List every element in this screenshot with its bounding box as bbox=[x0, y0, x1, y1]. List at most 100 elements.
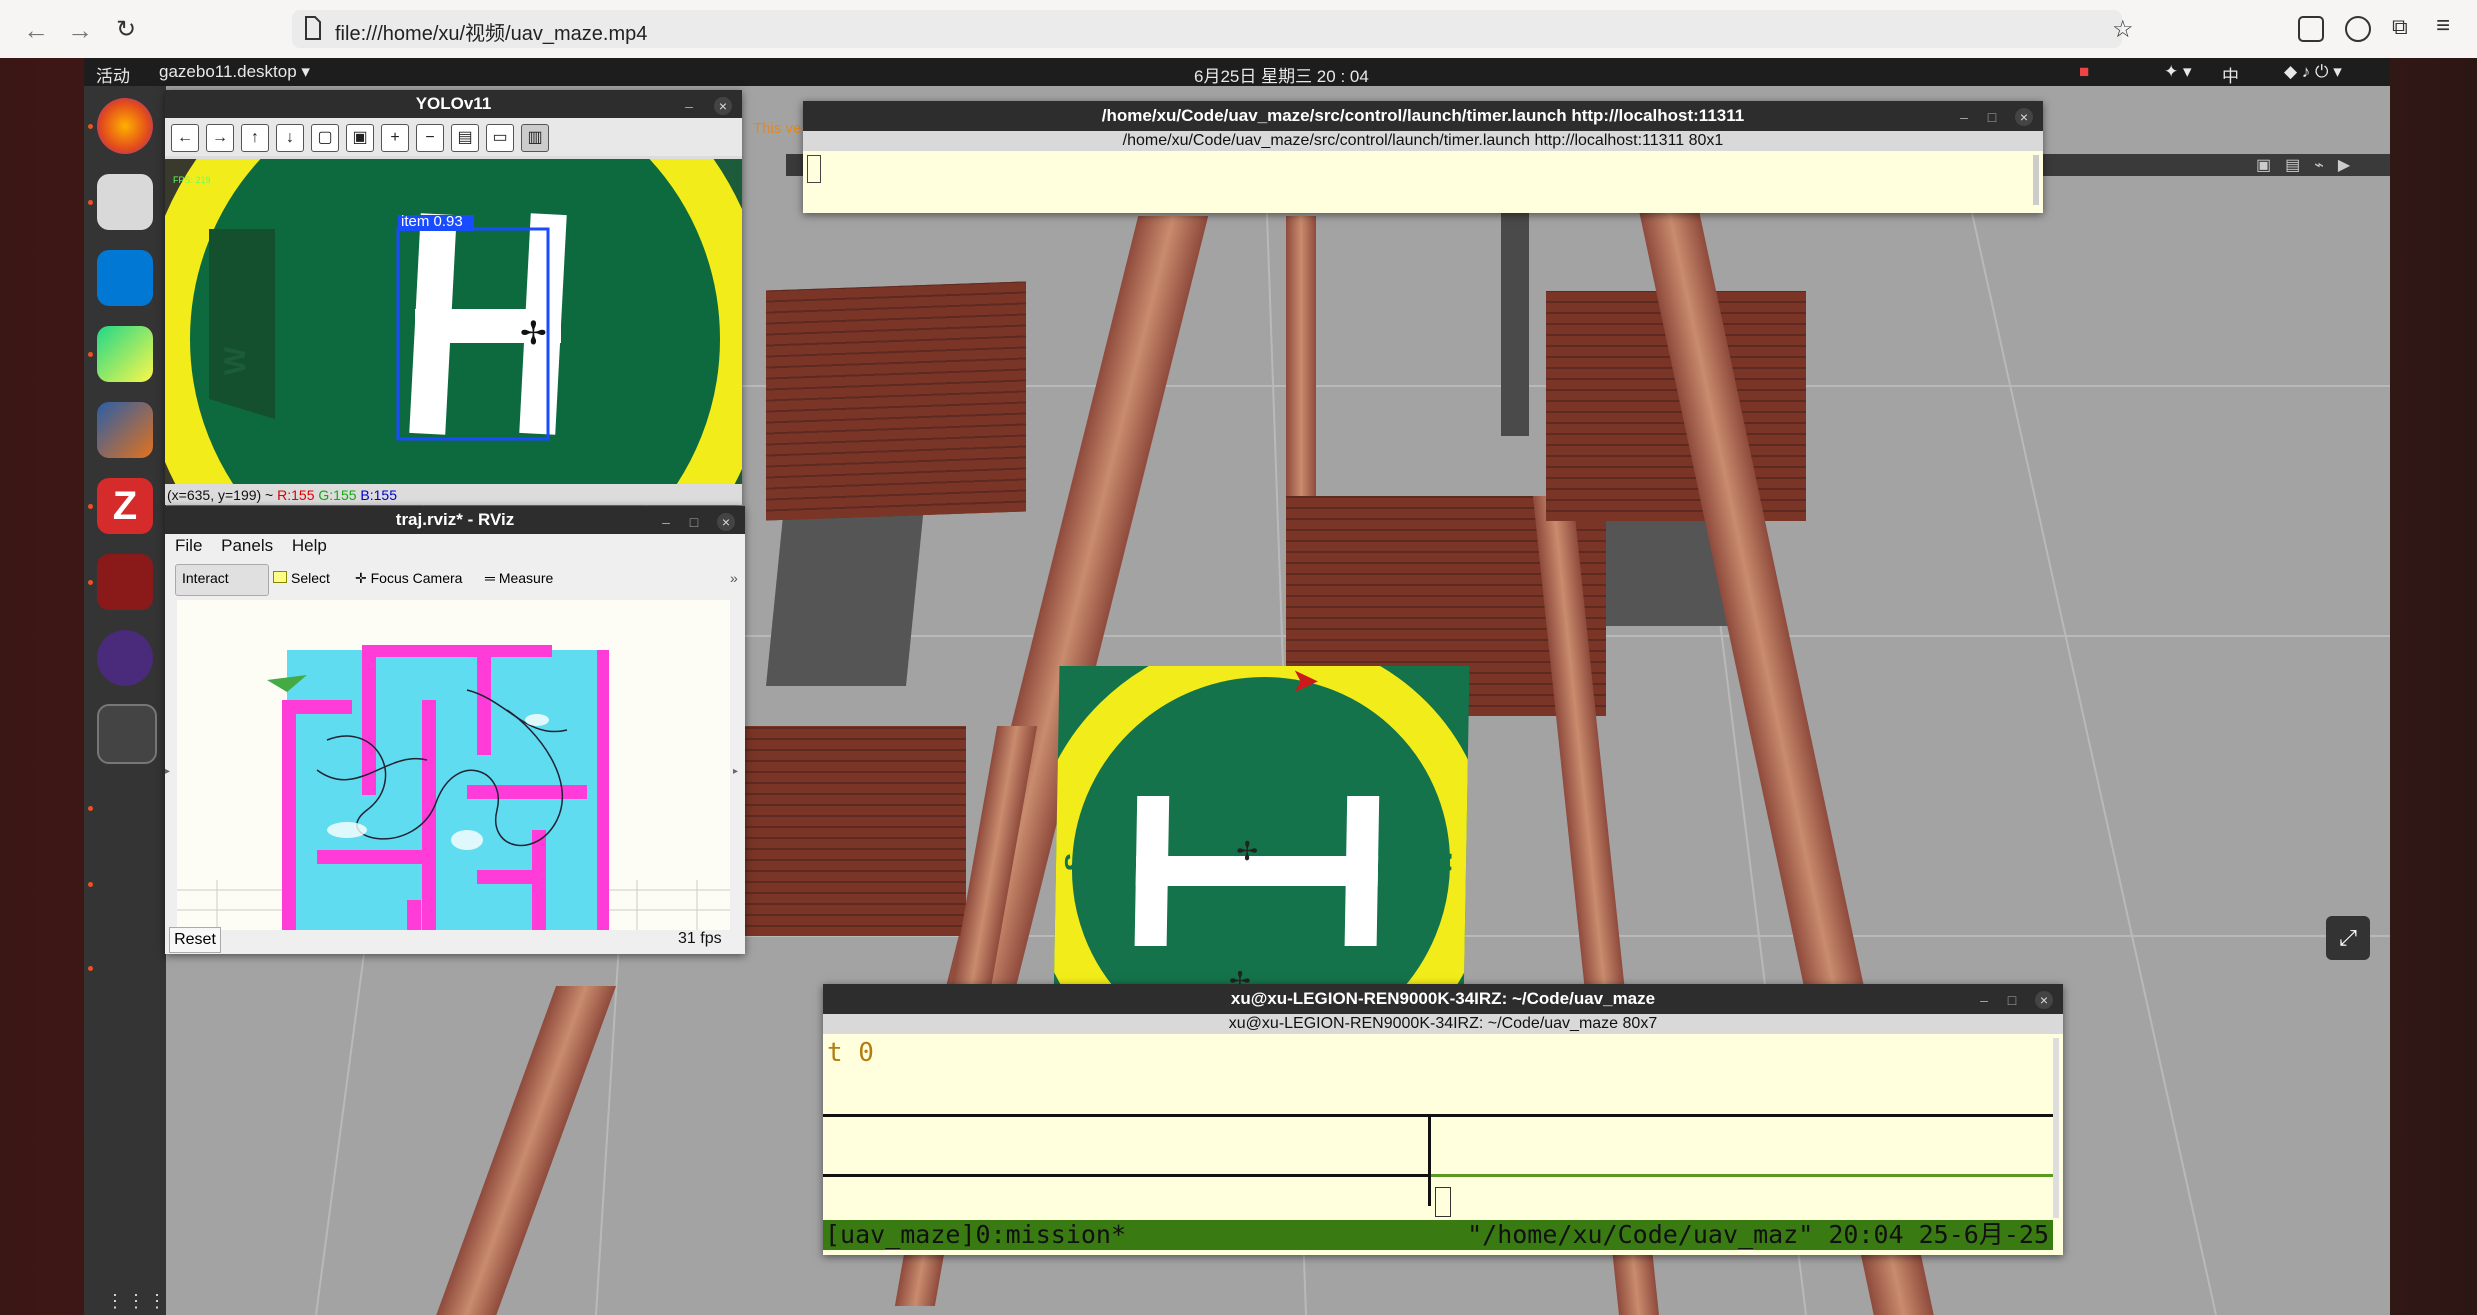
url-text: file:///home/xu/视频/uav_maze.mp4 bbox=[335, 23, 648, 45]
gazebo-toolbar-icons[interactable]: ▣▤⌁▶ bbox=[2256, 155, 2364, 175]
left-panel-arrow-icon[interactable]: ▸ bbox=[165, 766, 170, 777]
measure-label: Measure bbox=[498, 570, 554, 586]
app-menu[interactable]: gazebo11.desktop ▾ bbox=[159, 62, 310, 82]
terminal-cursor bbox=[807, 155, 821, 183]
tool-focus-camera[interactable]: ✛ Focus Camera bbox=[355, 570, 462, 587]
minimize-icon[interactable]: – bbox=[680, 97, 698, 115]
drone-icon: ✢ bbox=[520, 315, 547, 351]
pan-up-icon[interactable]: ↑ bbox=[241, 124, 269, 152]
clock[interactable]: 6月25日 星期三 20 : 04 bbox=[1194, 62, 1369, 87]
menu-help[interactable]: Help bbox=[292, 536, 327, 556]
crosshair-icon: ✛ bbox=[355, 570, 371, 586]
accessibility-icon[interactable]: ✦ ▾ bbox=[2164, 62, 2192, 82]
terminal-cursor bbox=[1435, 1187, 1451, 1217]
save-icon[interactable]: ▤ bbox=[451, 124, 479, 152]
zoom-out-icon[interactable]: − bbox=[416, 124, 444, 152]
pixel-r: R:155 bbox=[277, 487, 315, 503]
pan-down-icon[interactable]: ↓ bbox=[276, 124, 304, 152]
cursor-icon: ➤ bbox=[1291, 662, 1320, 700]
back-icon[interactable]: ← bbox=[18, 12, 54, 48]
more-tools-icon[interactable]: » bbox=[730, 570, 738, 586]
firefox-icon[interactable] bbox=[97, 98, 153, 154]
menu-file[interactable]: File bbox=[175, 536, 202, 556]
pan-left-icon[interactable]: ← bbox=[171, 124, 199, 152]
fps-overlay: FPS: 219 bbox=[173, 175, 211, 185]
terminator-icon[interactable] bbox=[97, 554, 153, 610]
extensions-icon[interactable]: ⧉ bbox=[2392, 14, 2408, 40]
select-label: Select bbox=[291, 570, 330, 586]
reload-icon[interactable]: ↻ bbox=[108, 12, 144, 48]
pad-letter-w: W bbox=[219, 346, 253, 376]
yolo-title: YOLOv11 bbox=[165, 90, 742, 118]
close-icon[interactable]: × bbox=[714, 97, 732, 115]
dock: Z ⋮⋮⋮ bbox=[84, 86, 166, 1315]
pan-right-icon[interactable]: → bbox=[206, 124, 234, 152]
interact-label: Interact bbox=[182, 570, 229, 586]
tool-interact[interactable]: Interact bbox=[175, 564, 269, 596]
maze-wall bbox=[766, 281, 1026, 521]
file-icon bbox=[303, 15, 323, 41]
terminal-first-line: t 0 bbox=[827, 1038, 874, 1068]
timer-subtitle: /home/xu/Code/uav_maze/src/control/launc… bbox=[803, 131, 2043, 151]
pixel-status: (x=635, y=199) ~ R:155 G:155 B:155 bbox=[167, 487, 397, 503]
properties-icon[interactable]: ▥ bbox=[521, 124, 549, 152]
tool-select[interactable]: Select bbox=[273, 570, 330, 586]
system-status-icons[interactable]: ◆ ♪ ⏻ ▾ bbox=[2284, 62, 2342, 82]
minimize-icon[interactable]: – bbox=[657, 513, 675, 531]
maximize-icon[interactable]: □ bbox=[685, 513, 703, 531]
forward-icon[interactable]: → bbox=[62, 12, 98, 48]
yolo-window: YOLOv11 – × ← → ↑ ↓ ▢ ▣ + − ▤ ▭ ▥ FPS: 2… bbox=[165, 90, 742, 505]
tmux-session: [uav_maze]0:mission* bbox=[825, 1220, 1127, 1249]
pane-divider-active bbox=[1428, 1174, 2053, 1177]
zoom-original-icon[interactable]: ▣ bbox=[346, 124, 374, 152]
scrollbar[interactable] bbox=[2053, 1038, 2059, 1218]
zoom-fit-icon[interactable]: ▢ bbox=[311, 124, 339, 152]
qgroundcontrol-icon[interactable] bbox=[97, 630, 153, 686]
rviz-3d-view[interactable] bbox=[177, 600, 730, 930]
focus-camera-label: Focus Camera bbox=[370, 570, 463, 586]
maximize-icon[interactable]: □ bbox=[2003, 991, 2021, 1009]
activities-button[interactable]: 活动 bbox=[96, 62, 130, 87]
terminal-subtitle: xu@xu-LEGION-REN9000K-34IRZ: ~/Code/uav_… bbox=[823, 1014, 2063, 1034]
bookmark-star-icon[interactable]: ☆ bbox=[2112, 15, 2134, 44]
matlab-icon[interactable] bbox=[97, 402, 153, 458]
rviz-window: traj.rviz* - RViz – □ × File Panels Help… bbox=[165, 506, 745, 954]
tool-measure[interactable]: ═ Measure bbox=[485, 570, 553, 586]
gazebo-icon[interactable] bbox=[97, 704, 157, 764]
pycharm-icon[interactable] bbox=[97, 326, 153, 382]
pocket-icon[interactable] bbox=[2298, 16, 2324, 42]
close-icon[interactable]: × bbox=[717, 513, 735, 531]
minimize-icon[interactable]: – bbox=[1955, 108, 1973, 126]
show-apps-icon[interactable]: ⋮⋮⋮ bbox=[106, 1291, 169, 1312]
scrollbar[interactable] bbox=[2033, 155, 2039, 205]
rviz-fps: 31 fps bbox=[678, 930, 722, 947]
fullscreen-icon[interactable]: ⤢ bbox=[2326, 916, 2370, 960]
pad-letter-s: S bbox=[1059, 852, 1091, 872]
drone-icon: ✢ bbox=[1236, 836, 1259, 866]
ruler-icon: ═ bbox=[485, 570, 499, 586]
partial-overlay-text: This ve bbox=[753, 120, 802, 137]
minimize-icon[interactable]: – bbox=[1975, 991, 1993, 1009]
browser-toolbar: ← → ↻ file:///home/xu/视频/uav_maze.mp4 ☆ … bbox=[0, 0, 2477, 59]
menu-panels[interactable]: Panels bbox=[221, 536, 273, 556]
right-panel-arrow-icon[interactable]: ▸ bbox=[733, 766, 738, 777]
copy-icon[interactable]: ▭ bbox=[486, 124, 514, 152]
maximize-icon[interactable]: □ bbox=[1983, 108, 2001, 126]
pad-letter-n: N bbox=[1426, 851, 1458, 873]
yolo-camera-image: FPS: 219 item 0.93 ✢ W E bbox=[165, 159, 742, 484]
input-method[interactable]: 中 bbox=[2222, 62, 2239, 87]
pane-divider-vertical bbox=[1428, 1116, 1431, 1206]
zotero-icon[interactable]: Z bbox=[97, 478, 153, 534]
gnome-top-bar: 活动 gazebo11.desktop ▾ 6月25日 星期三 20 : 04 … bbox=[84, 58, 2390, 86]
zoom-in-icon[interactable]: + bbox=[381, 124, 409, 152]
reset-button[interactable]: Reset bbox=[169, 927, 221, 953]
close-icon[interactable]: × bbox=[2035, 991, 2053, 1009]
detection-label: item 0.93 bbox=[401, 213, 463, 230]
account-icon[interactable] bbox=[2345, 16, 2371, 42]
close-icon[interactable]: × bbox=[2015, 108, 2033, 126]
menu-icon[interactable]: ≡ bbox=[2436, 12, 2450, 40]
vscode-icon[interactable] bbox=[97, 250, 153, 306]
record-icon: ■ bbox=[2079, 62, 2090, 81]
rviz-menubar: File Panels Help bbox=[175, 536, 341, 556]
files-icon[interactable] bbox=[97, 174, 153, 230]
